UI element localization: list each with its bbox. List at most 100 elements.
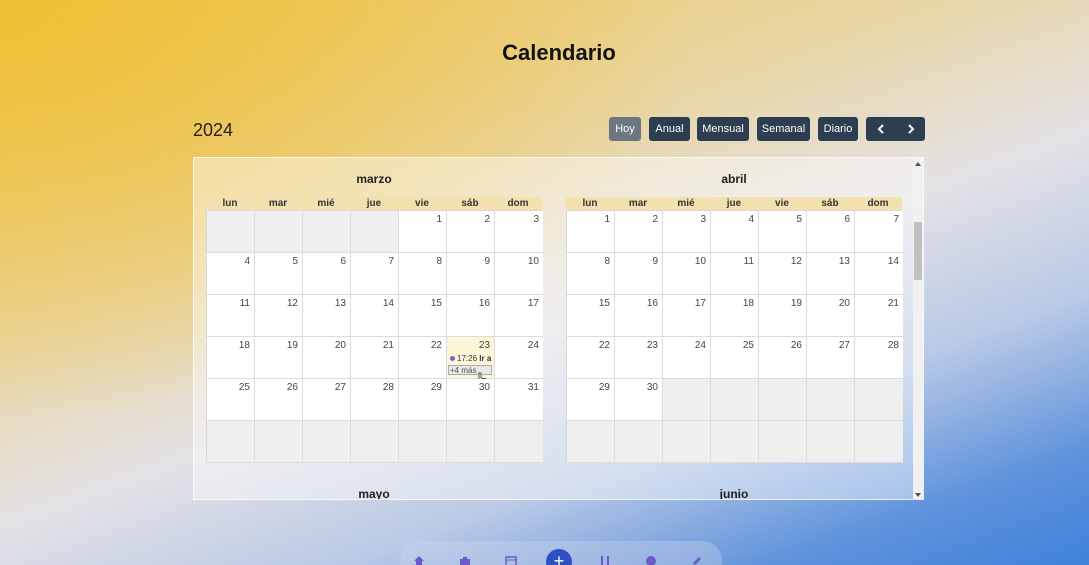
day-cell[interactable]: 7 <box>351 253 399 295</box>
day-number[interactable]: 22 <box>599 340 610 351</box>
day-number[interactable]: 31 <box>528 382 539 393</box>
view-mensual-button[interactable]: Mensual <box>697 117 749 141</box>
day-number[interactable]: 19 <box>791 298 802 309</box>
day-cell[interactable]: 1 <box>567 211 615 253</box>
day-cell[interactable]: 26 <box>759 337 807 379</box>
day-number[interactable]: 13 <box>335 298 346 309</box>
day-cell[interactable]: 23 17:26 Ir a +4 más <box>447 337 495 386</box>
scroll-thumb[interactable] <box>914 222 922 280</box>
tools-icon[interactable] <box>599 555 611 565</box>
day-cell[interactable]: 10 <box>495 253 543 295</box>
day-number[interactable]: 20 <box>335 340 346 351</box>
day-cell[interactable] <box>303 421 351 463</box>
day-number[interactable]: 9 <box>652 256 658 267</box>
day-cell[interactable]: 29 <box>567 379 615 421</box>
day-number[interactable]: 12 <box>791 256 802 267</box>
day-cell[interactable]: 25 <box>207 379 255 421</box>
day-number[interactable]: 14 <box>888 256 899 267</box>
day-cell[interactable] <box>447 421 495 463</box>
day-cell[interactable] <box>303 211 351 253</box>
year-calendar-panel[interactable]: marzo lun mar mié jue vie sáb dom 1 2 3 4 5 6 7 8 9 10 1… <box>193 157 924 500</box>
scrollbar[interactable] <box>913 158 923 499</box>
day-cell[interactable]: 20 <box>807 295 855 337</box>
day-number[interactable]: 23 <box>479 340 490 351</box>
day-number[interactable]: 7 <box>893 214 899 225</box>
day-cell[interactable]: 5 <box>255 253 303 295</box>
prev-button[interactable] <box>866 117 895 141</box>
add-button[interactable]: + <box>546 549 572 565</box>
day-cell[interactable]: 6 <box>303 253 351 295</box>
calendar-icon[interactable] <box>505 555 517 565</box>
day-cell[interactable]: 17 <box>663 295 711 337</box>
day-cell[interactable]: 19 <box>759 295 807 337</box>
view-semanal-button[interactable]: Semanal <box>757 117 810 141</box>
event-item[interactable]: 17:26 Ir a <box>450 354 494 364</box>
day-cell[interactable]: 9 <box>447 253 495 295</box>
day-number[interactable]: 28 <box>888 340 899 351</box>
day-cell[interactable]: 12 <box>255 295 303 337</box>
day-number[interactable]: 8 <box>436 256 442 267</box>
day-number[interactable]: 20 <box>839 298 850 309</box>
day-cell[interactable]: 23 <box>615 337 663 379</box>
day-cell[interactable] <box>663 379 711 421</box>
day-cell[interactable]: 12 <box>759 253 807 295</box>
next-button[interactable] <box>896 117 925 141</box>
day-number[interactable]: 8 <box>604 256 610 267</box>
day-cell[interactable] <box>255 211 303 253</box>
day-number[interactable]: 11 <box>240 298 250 309</box>
briefcase-icon[interactable] <box>459 555 471 565</box>
day-cell[interactable] <box>351 211 399 253</box>
scroll-down-icon[interactable] <box>915 493 921 497</box>
day-number[interactable]: 21 <box>888 298 899 309</box>
day-cell[interactable] <box>759 421 807 463</box>
day-number[interactable]: 30 <box>479 382 490 393</box>
day-number[interactable]: 10 <box>695 256 706 267</box>
day-number[interactable]: 3 <box>700 214 706 225</box>
day-cell[interactable] <box>567 421 615 463</box>
day-cell[interactable]: 21 <box>351 337 399 379</box>
day-cell[interactable]: 4 <box>711 211 759 253</box>
day-number[interactable]: 26 <box>791 340 802 351</box>
day-number[interactable]: 16 <box>479 298 490 309</box>
day-cell[interactable] <box>495 421 543 463</box>
day-cell[interactable]: 26 <box>255 379 303 421</box>
day-cell[interactable]: 8 <box>567 253 615 295</box>
day-number[interactable]: 5 <box>292 256 298 267</box>
day-cell[interactable]: 17 <box>495 295 543 337</box>
day-cell[interactable]: 22 <box>399 337 447 379</box>
day-cell[interactable] <box>207 421 255 463</box>
day-number[interactable]: 17 <box>695 298 706 309</box>
day-number[interactable]: 28 <box>383 382 394 393</box>
day-cell[interactable] <box>759 379 807 421</box>
day-cell[interactable]: 22 <box>567 337 615 379</box>
day-cell[interactable]: 15 <box>567 295 615 337</box>
day-cell[interactable]: 13 <box>303 295 351 337</box>
day-cell[interactable]: 28 <box>351 379 399 421</box>
day-cell[interactable]: 13 <box>807 253 855 295</box>
day-number[interactable]: 3 <box>533 214 539 225</box>
day-number[interactable]: 22 <box>431 340 442 351</box>
day-cell[interactable]: 8 <box>399 253 447 295</box>
day-number[interactable]: 1 <box>604 214 610 225</box>
day-cell[interactable]: 11 <box>711 253 759 295</box>
day-cell[interactable]: 2 <box>615 211 663 253</box>
scroll-up-icon[interactable] <box>915 162 921 166</box>
day-cell[interactable]: 16 <box>615 295 663 337</box>
day-number[interactable]: 4 <box>244 256 250 267</box>
day-cell[interactable]: 18 <box>711 295 759 337</box>
day-cell[interactable]: 1 <box>399 211 447 253</box>
day-number[interactable]: 27 <box>839 340 850 351</box>
day-cell[interactable] <box>351 421 399 463</box>
day-number[interactable]: 1 <box>436 214 442 225</box>
day-cell[interactable]: 18 <box>207 337 255 379</box>
day-cell[interactable]: 28 <box>855 337 903 379</box>
day-number[interactable]: 9 <box>484 256 490 267</box>
day-number[interactable]: 25 <box>239 382 250 393</box>
day-cell[interactable] <box>399 421 447 463</box>
day-number[interactable]: 6 <box>340 256 346 267</box>
day-number[interactable]: 18 <box>743 298 754 309</box>
day-number[interactable]: 19 <box>287 340 298 351</box>
day-cell[interactable]: 16 <box>447 295 495 337</box>
day-cell[interactable]: 6 <box>807 211 855 253</box>
day-number[interactable]: 12 <box>287 298 298 309</box>
